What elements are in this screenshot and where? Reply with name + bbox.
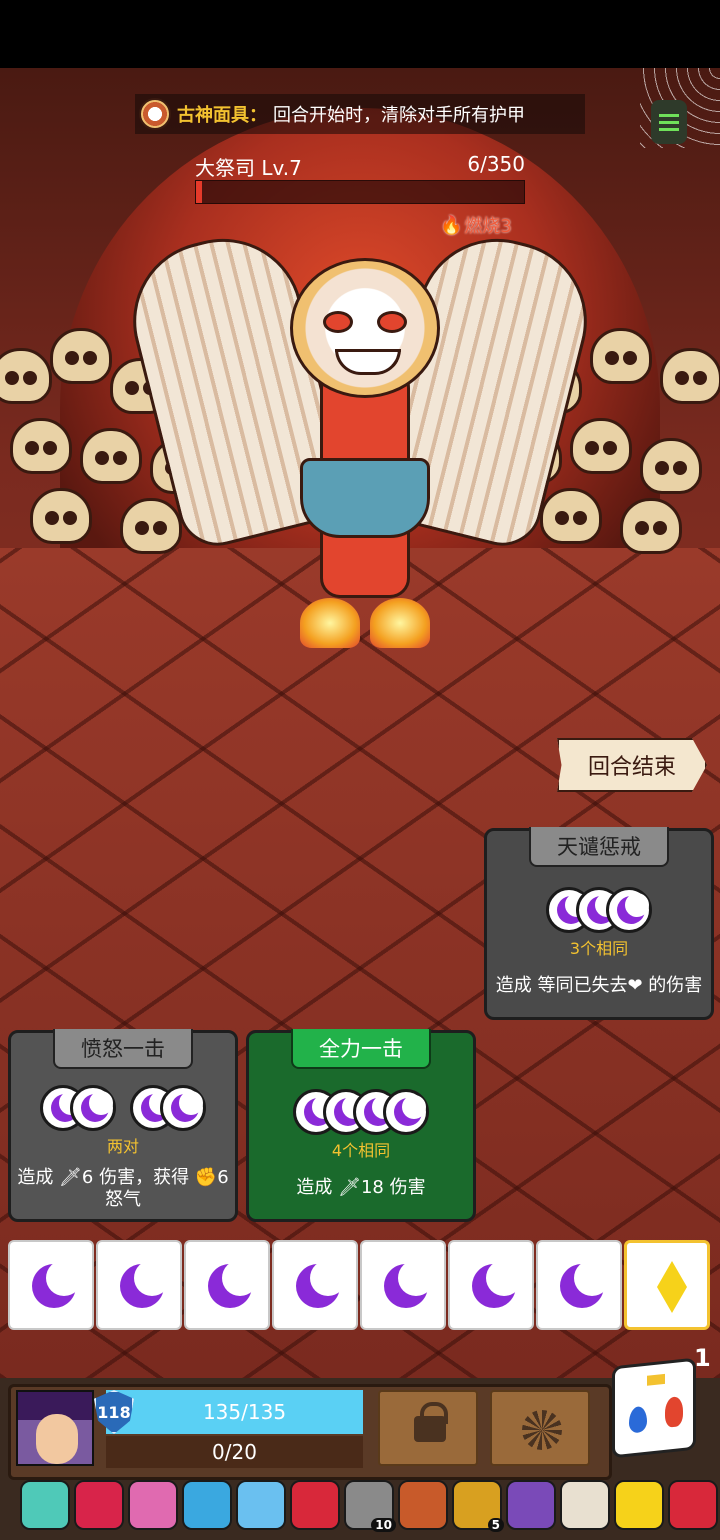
status-bar xyxy=(0,0,720,68)
locked-slot[interactable] xyxy=(378,1390,478,1466)
gold-face-icon xyxy=(647,1373,665,1386)
moon-die[interactable] xyxy=(184,1240,270,1330)
player-hp-bar: 135/135 xyxy=(106,1390,363,1434)
dice-requirement xyxy=(487,887,711,933)
menu-button[interactable] xyxy=(651,100,687,144)
gem-icon[interactable] xyxy=(128,1480,178,1530)
boot-icon[interactable]: 10 xyxy=(344,1480,396,1532)
reroll-count: 1 xyxy=(694,1344,711,1372)
moon-die[interactable] xyxy=(272,1240,358,1330)
moon-die[interactable] xyxy=(448,1240,534,1330)
card-effect: 造成 🗡6 伤害，获得 ✊6 怒气 xyxy=(17,1167,229,1210)
explosion-icon xyxy=(522,1410,562,1450)
crescent-moon-icon xyxy=(560,1260,610,1308)
card-title: 天谴惩戒 xyxy=(529,827,669,867)
crescent-moon-icon xyxy=(296,1260,346,1308)
relic-stack-count: 5 xyxy=(487,1518,504,1532)
dice-requirement xyxy=(249,1089,473,1135)
crescent-moon-icon xyxy=(32,1260,82,1308)
helmet-icon[interactable]: 5 xyxy=(452,1480,504,1532)
card-title: 愤怒一击 xyxy=(53,1029,193,1069)
moon-die[interactable] xyxy=(96,1240,182,1330)
water-drop-icon xyxy=(629,1405,647,1434)
dice-tray xyxy=(8,1240,712,1332)
flower-icon[interactable] xyxy=(74,1480,124,1530)
crescent-moon-icon xyxy=(120,1260,170,1308)
explosion-slot[interactable] xyxy=(490,1390,590,1466)
moon-die-icon xyxy=(383,1089,429,1135)
skill-card-wrath[interactable]: 天谴惩戒 3个相同 造成 等同已失去❤ 的伤害 xyxy=(484,827,714,1020)
end-turn-button[interactable]: 回合结束 xyxy=(557,738,707,792)
boss-hp-fill xyxy=(196,181,202,203)
burn-status[interactable]: 🔥 燃烧3 xyxy=(440,212,512,238)
skill-card-full-strike[interactable]: 全力一击 4个相同 造成 🗡18 伤害 xyxy=(246,1029,476,1222)
card-condition: 两对 xyxy=(106,1137,139,1156)
moon-die[interactable] xyxy=(360,1240,446,1330)
boss-high-priest[interactable] xyxy=(116,218,604,658)
moon-die-icon xyxy=(70,1085,116,1131)
burn-status-label: 燃烧3 xyxy=(464,216,512,237)
ring-icon[interactable] xyxy=(398,1480,448,1530)
diamond-die[interactable] xyxy=(624,1240,710,1330)
relic-name: 古神面具： xyxy=(177,105,267,126)
lock-icon xyxy=(414,1402,448,1442)
fire-icon xyxy=(665,1395,683,1428)
relic-bar: 10 5 xyxy=(20,1480,720,1538)
card-condition: 3个相同 xyxy=(569,939,629,958)
chest-icon[interactable] xyxy=(20,1480,70,1530)
moon-die[interactable] xyxy=(8,1240,94,1330)
reroll-die-button[interactable] xyxy=(612,1357,696,1459)
relic-effect-banner: 古神面具： 回合开始时，清除对手所有护甲 xyxy=(135,94,585,134)
ruby-icon[interactable] xyxy=(290,1480,340,1530)
red-amulet-icon[interactable] xyxy=(668,1480,718,1530)
player-rage-bar: 0/20 xyxy=(106,1436,363,1468)
player-avatar[interactable] xyxy=(16,1390,94,1466)
relic-description: 回合开始时，清除对手所有护甲 xyxy=(273,105,525,126)
crescent-moon-icon xyxy=(472,1260,522,1308)
crystal-icon[interactable] xyxy=(236,1480,286,1530)
boss-hp-bar xyxy=(195,180,525,204)
boss-name: 大祭司 Lv.7 xyxy=(195,156,302,180)
fire-icon: 🔥 xyxy=(440,214,463,236)
moon-die[interactable] xyxy=(536,1240,622,1330)
crescent-moon-icon xyxy=(208,1260,258,1308)
card-condition: 4个相同 xyxy=(331,1141,391,1160)
moon-die-icon xyxy=(606,887,652,933)
diamond-icon xyxy=(657,1261,687,1313)
dice-requirement xyxy=(11,1085,235,1131)
boss-hp-text: 6/350 xyxy=(467,152,525,176)
skull-gem-icon[interactable] xyxy=(182,1480,232,1530)
crescent-moon-icon xyxy=(384,1260,434,1308)
relic-stack-count: 10 xyxy=(371,1518,396,1532)
scroll-icon[interactable] xyxy=(560,1480,610,1530)
orb-icon[interactable] xyxy=(506,1480,556,1530)
card-title: 全力一击 xyxy=(291,1029,431,1069)
ancient-god-mask-icon xyxy=(139,98,171,130)
gold-die-icon[interactable] xyxy=(614,1480,664,1530)
moon-die-icon xyxy=(160,1085,206,1131)
skill-card-rage-strike[interactable]: 愤怒一击 两对 造成 🗡6 伤害，获得 ✊6 怒气 xyxy=(8,1029,238,1222)
card-effect: 造成 等同已失去❤ 的伤害 xyxy=(495,975,703,996)
card-effect: 造成 🗡18 伤害 xyxy=(296,1177,426,1198)
